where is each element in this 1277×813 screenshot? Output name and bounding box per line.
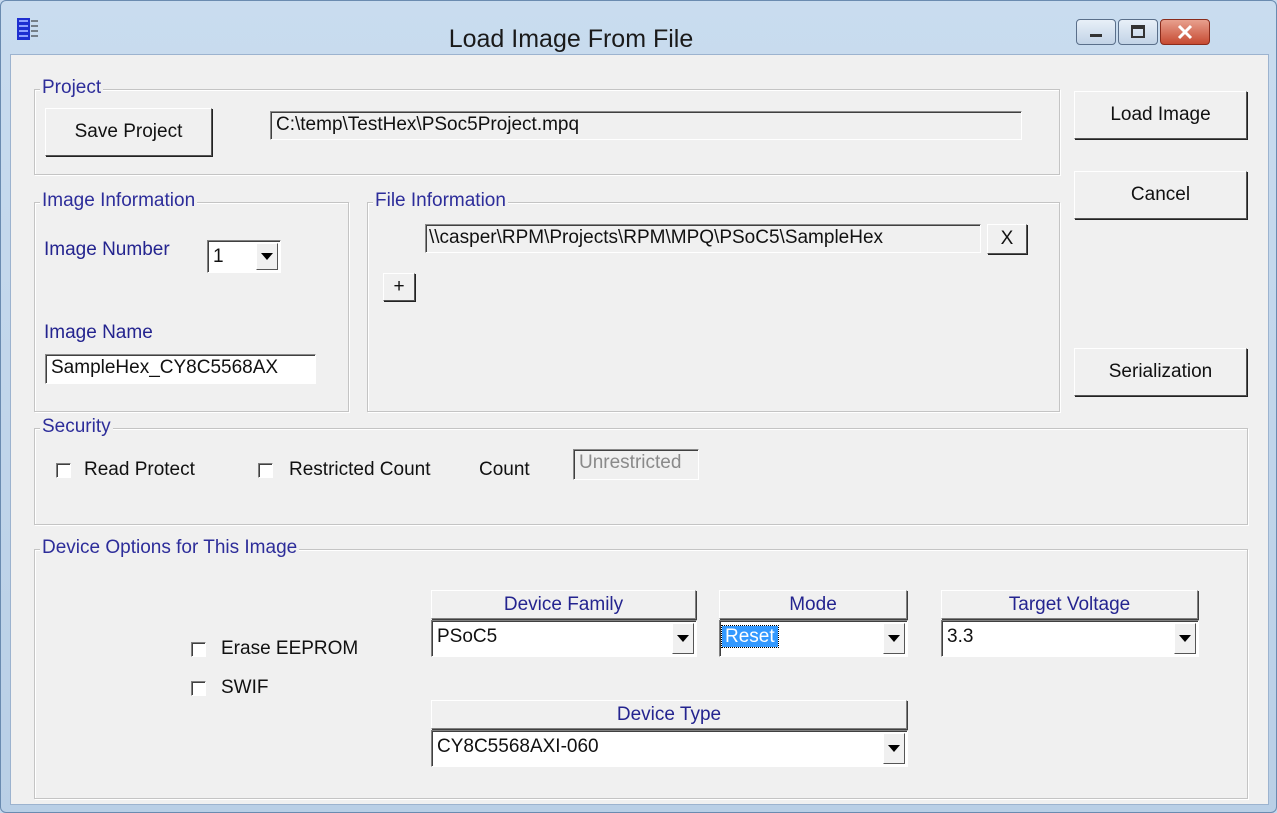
security-legend: Security <box>40 416 113 438</box>
erase-eeprom-label: Erase EEPROM <box>221 638 359 659</box>
restricted-count-checkbox[interactable] <box>258 463 273 478</box>
device-family-header: Device Family <box>431 590 696 619</box>
device-family-value: PSoC5 <box>437 626 498 647</box>
serialization-button[interactable]: Serialization <box>1074 348 1247 396</box>
image-information-group: Image Information Image Number 1 Image N… <box>34 190 349 412</box>
mode-value: Reset <box>721 625 779 648</box>
project-group: Project Save Project C:\temp\TestHex\PSo… <box>34 77 1060 175</box>
device-type-select[interactable]: CY8C5568AXI-060 <box>431 730 908 767</box>
mode-value-wrap: Reset <box>721 625 779 648</box>
maximize-icon <box>1131 25 1145 38</box>
save-project-button[interactable]: Save Project <box>45 108 212 156</box>
minimize-icon <box>1090 34 1102 37</box>
restricted-count-label: Restricted Count <box>289 459 431 480</box>
image-number-value: 1 <box>213 246 224 267</box>
title-bar[interactable]: Load Image From File <box>1 1 1276 53</box>
cancel-button[interactable]: Cancel <box>1074 171 1247 219</box>
chevron-down-icon[interactable] <box>883 733 905 764</box>
maximize-button[interactable] <box>1118 19 1158 45</box>
image-name-field[interactable]: SampleHex_CY8C5568AX <box>45 354 316 384</box>
close-icon <box>1177 24 1193 40</box>
chevron-down-icon[interactable] <box>1174 623 1196 654</box>
close-button[interactable] <box>1160 19 1210 45</box>
mode-header: Mode <box>719 590 907 619</box>
erase-eeprom-checkbox[interactable] <box>191 642 206 657</box>
swif-label: SWIF <box>221 677 269 698</box>
file-path-field[interactable]: \\casper\RPM\Projects\RPM\MPQ\PSoC5\Samp… <box>425 224 981 253</box>
count-field[interactable]: Unrestricted <box>573 449 699 480</box>
target-voltage-header: Target Voltage <box>941 590 1198 619</box>
file-information-legend: File Information <box>373 190 508 212</box>
chevron-down-icon[interactable] <box>672 623 694 654</box>
mode-select[interactable]: Reset <box>719 620 908 657</box>
target-voltage-select[interactable]: 3.3 <box>941 620 1199 657</box>
device-type-value: CY8C5568AXI-060 <box>437 736 599 757</box>
image-information-legend: Image Information <box>40 190 198 212</box>
image-number-select[interactable]: 1 <box>207 240 281 273</box>
image-name-label: Image Name <box>44 322 153 343</box>
security-group: Security Read Protect Restricted Count C… <box>34 416 1248 525</box>
image-number-label: Image Number <box>44 239 170 260</box>
device-family-select[interactable]: PSoC5 <box>431 620 697 657</box>
file-information-group: File Information \\casper\RPM\Projects\R… <box>367 190 1060 412</box>
load-image-button[interactable]: Load Image <box>1074 91 1247 139</box>
device-options-group: Device Options for This Image Erase EEPR… <box>34 537 1248 799</box>
project-legend: Project <box>40 77 104 99</box>
count-label: Count <box>479 459 530 480</box>
target-voltage-value: 3.3 <box>947 626 974 647</box>
project-path-field[interactable]: C:\temp\TestHex\PSoc5Project.mpq <box>270 111 1022 140</box>
minimize-button[interactable] <box>1076 19 1116 45</box>
device-options-legend: Device Options for This Image <box>40 537 300 559</box>
remove-file-button[interactable]: X <box>987 224 1027 254</box>
chevron-down-icon[interactable] <box>256 243 278 270</box>
swif-checkbox[interactable] <box>191 681 206 696</box>
read-protect-label: Read Protect <box>84 459 195 480</box>
device-type-header: Device Type <box>431 700 907 729</box>
read-protect-checkbox[interactable] <box>56 463 71 478</box>
add-file-button[interactable]: + <box>383 273 415 301</box>
dialog-window: Load Image From File Project Save Projec… <box>0 0 1277 813</box>
chevron-down-icon[interactable] <box>883 623 905 654</box>
dialog-client-area: Project Save Project C:\temp\TestHex\PSo… <box>10 54 1269 805</box>
window-title: Load Image From File <box>448 25 694 53</box>
